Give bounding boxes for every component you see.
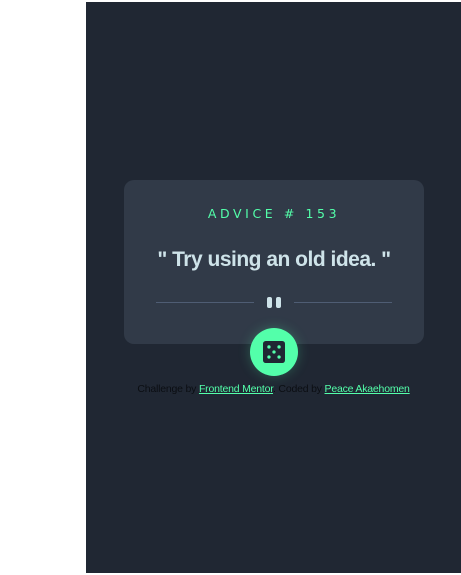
advice-number: ADVICE # 153 <box>207 206 341 221</box>
author-link[interactable]: Peace Akaehomen <box>325 383 410 395</box>
dice-icon <box>263 341 285 363</box>
pattern-divider <box>156 294 392 310</box>
attribution-prefix: Challenge by <box>137 383 197 395</box>
attribution-middle: . Coded by <box>273 383 322 395</box>
divider-line-left <box>156 302 254 303</box>
new-advice-button[interactable] <box>250 328 298 376</box>
pause-icon <box>266 297 282 308</box>
advice-card: ADVICE # 153 " Try using an old idea. " <box>124 180 424 344</box>
divider-line-right <box>294 302 392 303</box>
app-background: ADVICE # 153 " Try using an old idea. " … <box>86 2 461 573</box>
attribution: Challenge by Frontend Mentor. Coded by P… <box>86 383 461 395</box>
left-margin <box>0 0 86 575</box>
frontend-mentor-link[interactable]: Frontend Mentor <box>199 383 273 395</box>
advice-quote: " Try using an old idea. " <box>157 248 391 271</box>
